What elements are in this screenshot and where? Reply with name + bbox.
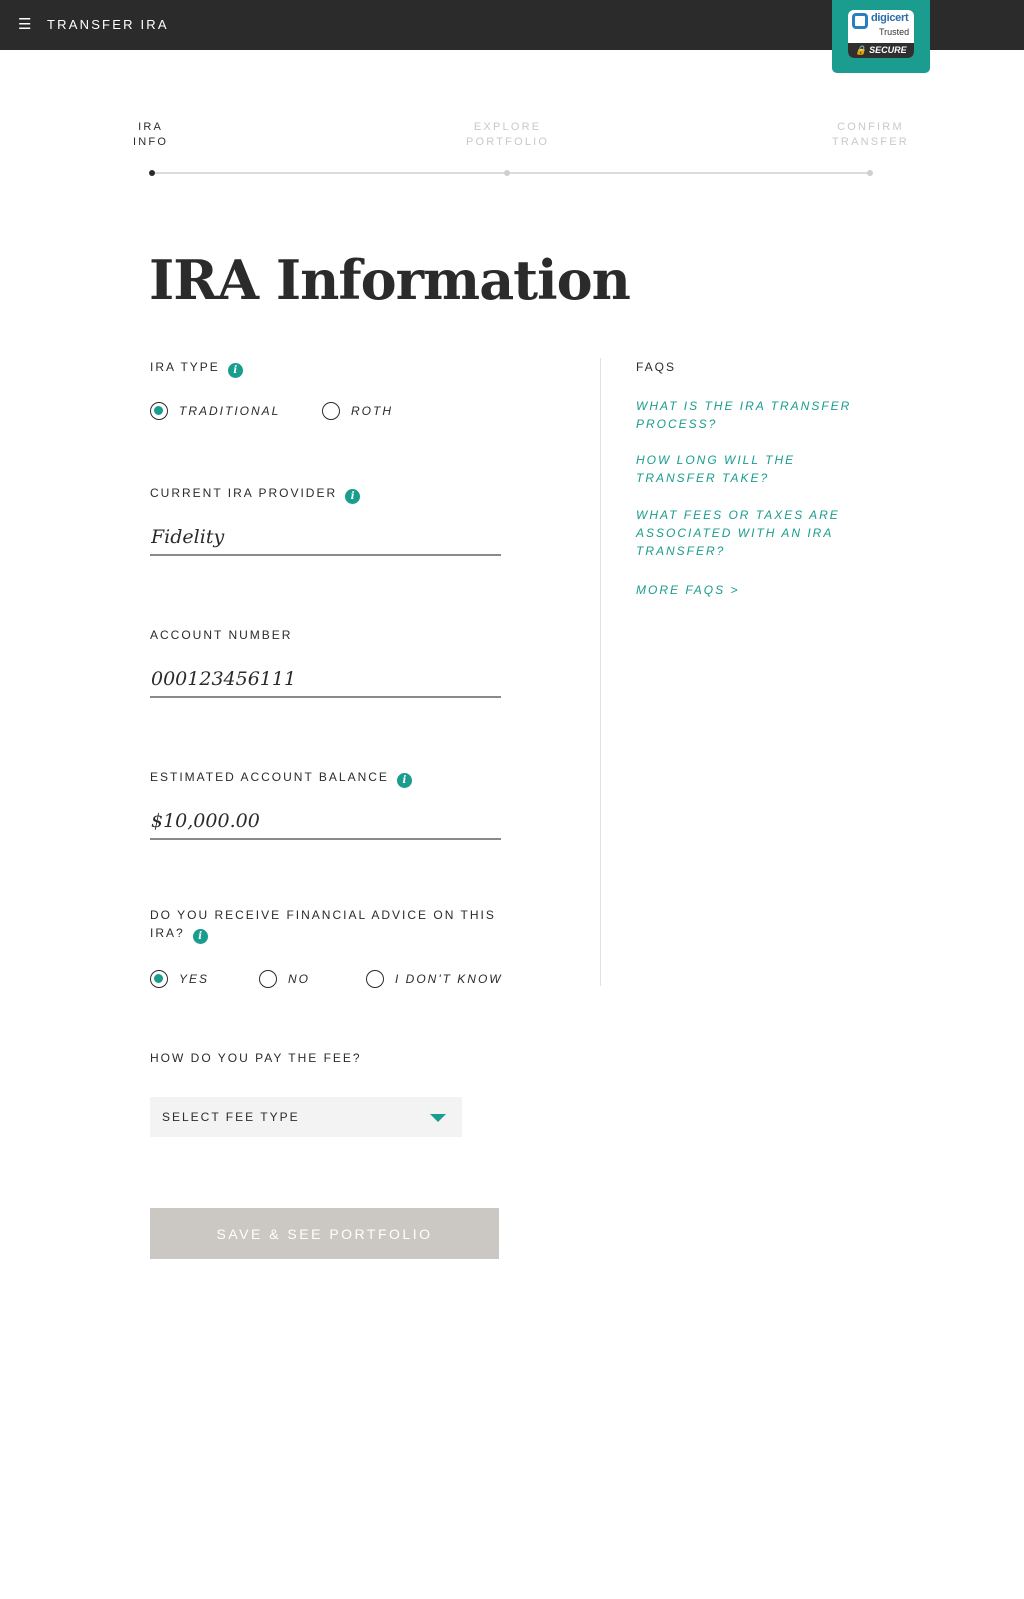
balance-label-text: ESTIMATED ACCOUNT BALANCE bbox=[150, 770, 389, 784]
info-icon[interactable]: i bbox=[192, 929, 208, 944]
step-confirm-transfer[interactable]: CONFIRM TRANSFER bbox=[832, 120, 909, 150]
step-explore-portfolio[interactable]: EXPLORE PORTFOLIO bbox=[466, 120, 549, 150]
info-icon[interactable]: i bbox=[227, 363, 243, 378]
radio-unselected-icon[interactable] bbox=[322, 402, 340, 420]
badge-secure-text: SECURE bbox=[869, 45, 907, 55]
step-dot-confirm-transfer bbox=[867, 170, 873, 176]
radio-label-dont-know: I DON'T KNOW bbox=[395, 972, 503, 986]
hamburger-menu-icon[interactable]: ☰ bbox=[18, 15, 31, 35]
balance-field bbox=[150, 806, 502, 840]
radio-roth[interactable]: ROTH bbox=[322, 402, 393, 420]
ira-type-label: IRA TYPE i bbox=[150, 360, 243, 378]
badge-seal: digicert Trusted 🔒 SECURE bbox=[848, 10, 914, 58]
app-title: TRANSFER IRA bbox=[47, 17, 169, 32]
badge-brand: digicert bbox=[871, 12, 909, 24]
account-number-label: ACCOUNT NUMBER bbox=[150, 628, 292, 642]
provider-input[interactable] bbox=[150, 522, 502, 552]
fee-type-select[interactable]: SELECT FEE TYPE bbox=[150, 1097, 462, 1137]
balance-input[interactable] bbox=[150, 806, 502, 836]
radio-label-roth: ROTH bbox=[351, 404, 393, 418]
radio-selected-icon[interactable] bbox=[150, 970, 168, 988]
account-number-input[interactable] bbox=[150, 664, 502, 694]
digicert-logo-icon bbox=[852, 13, 868, 29]
fee-label-text: HOW DO YOU PAY THE FEE? bbox=[150, 1051, 362, 1065]
page-title: IRA Information bbox=[149, 248, 631, 312]
account-number-field bbox=[150, 664, 502, 698]
faq-heading: FAQS bbox=[636, 360, 677, 374]
radio-label-no: NO bbox=[288, 972, 310, 986]
column-divider bbox=[600, 358, 601, 986]
chevron-down-icon bbox=[430, 1114, 446, 1122]
fee-type-select-value: SELECT FEE TYPE bbox=[162, 1110, 300, 1124]
radio-label-yes: YES bbox=[179, 972, 210, 986]
save-see-portfolio-button[interactable]: SAVE & SEE PORTFOLIO bbox=[150, 1208, 499, 1259]
radio-unselected-icon[interactable] bbox=[259, 970, 277, 988]
faq-link-fees-taxes[interactable]: WHAT FEES OR TAXES ARE ASSOCIATED WITH A… bbox=[636, 506, 876, 560]
radio-unselected-icon[interactable] bbox=[366, 970, 384, 988]
step-ira-info[interactable]: IRA INFO bbox=[133, 120, 168, 150]
account-number-label-text: ACCOUNT NUMBER bbox=[150, 628, 293, 642]
lock-icon: 🔒 bbox=[855, 45, 867, 55]
step-progress-line bbox=[151, 172, 871, 174]
radio-no[interactable]: NO bbox=[259, 970, 310, 988]
info-icon[interactable]: i bbox=[396, 773, 412, 788]
radio-dont-know[interactable]: I DON'T KNOW bbox=[366, 970, 503, 988]
provider-field bbox=[150, 522, 502, 556]
step-dot-ira-info bbox=[149, 170, 155, 176]
advice-label: DO YOU RECEIVE FINANCIAL ADVICE ON THIS … bbox=[150, 906, 500, 944]
provider-label: CURRENT IRA PROVIDER i bbox=[150, 486, 361, 504]
info-icon[interactable]: i bbox=[345, 489, 361, 504]
faq-link-transfer-duration[interactable]: HOW LONG WILL THE TRANSFER TAKE? bbox=[636, 451, 876, 487]
faq-link-more-faqs[interactable]: MORE FAQS > bbox=[636, 581, 876, 599]
balance-label: ESTIMATED ACCOUNT BALANCE i bbox=[150, 770, 412, 788]
radio-yes[interactable]: YES bbox=[150, 970, 209, 988]
faq-link-transfer-process[interactable]: WHAT IS THE IRA TRANSFER PROCESS? bbox=[636, 397, 876, 433]
radio-label-traditional: TRADITIONAL bbox=[179, 404, 281, 418]
step-dot-explore-portfolio bbox=[504, 170, 510, 176]
badge-secure-strip: 🔒 SECURE bbox=[848, 43, 914, 58]
fee-label: HOW DO YOU PAY THE FEE? bbox=[150, 1051, 362, 1065]
radio-traditional[interactable]: TRADITIONAL bbox=[150, 402, 280, 420]
badge-trusted-text: Trusted bbox=[879, 27, 910, 37]
digicert-secure-badge[interactable]: digicert Trusted 🔒 SECURE bbox=[832, 0, 930, 73]
radio-selected-icon[interactable] bbox=[150, 402, 168, 420]
ira-type-label-text: IRA TYPE bbox=[150, 360, 220, 374]
top-bar: ☰ TRANSFER IRA digicert Trusted 🔒 SECURE bbox=[0, 0, 1024, 73]
provider-label-text: CURRENT IRA PROVIDER bbox=[150, 486, 338, 500]
